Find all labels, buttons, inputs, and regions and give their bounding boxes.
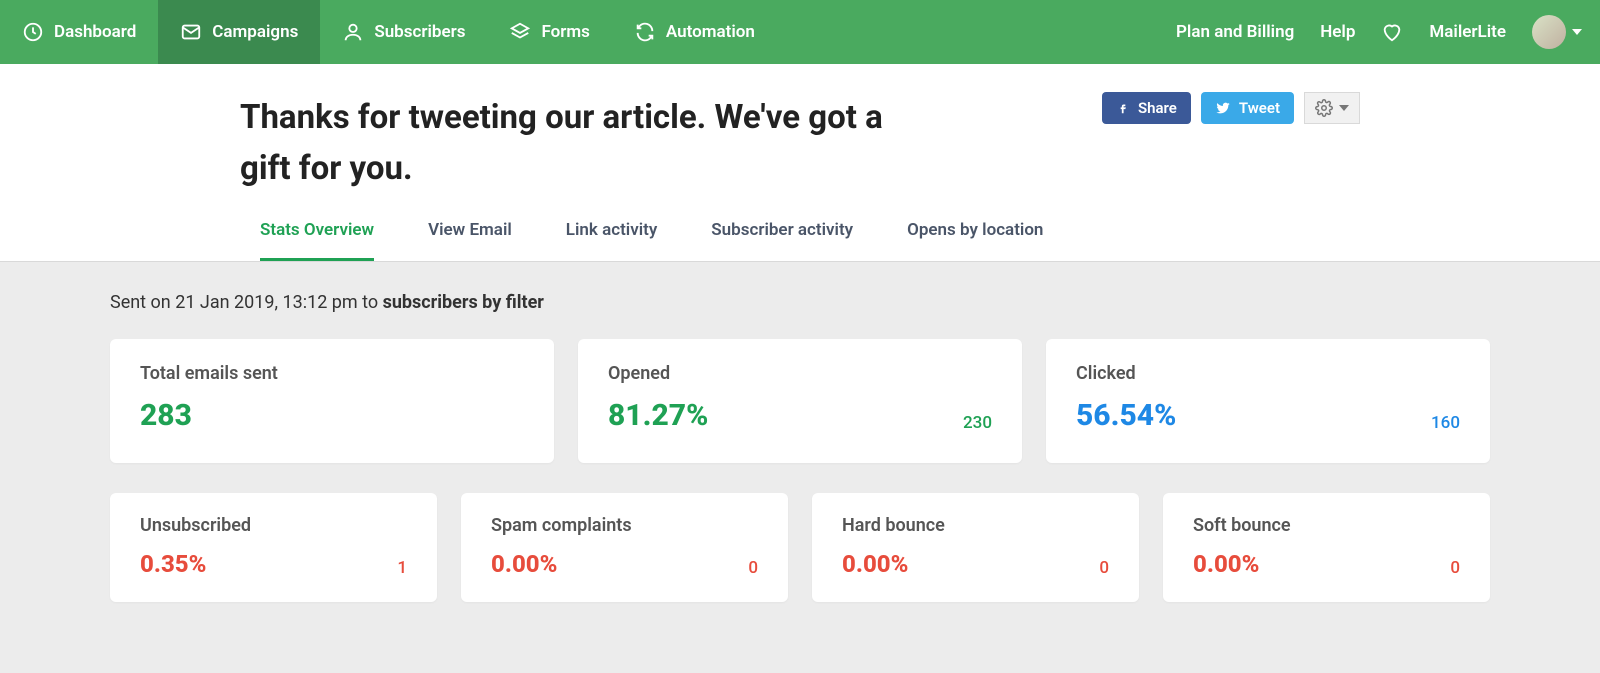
layers-icon (509, 21, 531, 43)
card-count: 230 (963, 413, 992, 433)
card-count: 1 (397, 558, 407, 578)
person-icon (342, 21, 364, 43)
nav-label: Dashboard (54, 22, 136, 42)
card-label: Unsubscribed (140, 515, 407, 536)
card-label: Total emails sent (140, 363, 524, 384)
clock-icon (22, 21, 44, 43)
card-label: Spam complaints (491, 515, 758, 536)
tab-opens-by-location[interactable]: Opens by location (907, 220, 1043, 261)
card-value: 0.00% (842, 550, 908, 578)
card-label: Hard bounce (842, 515, 1109, 536)
share-twitter-button[interactable]: Tweet (1201, 92, 1294, 124)
card-soft-bounce[interactable]: Soft bounce 0.00% 0 (1163, 493, 1490, 602)
nav-label: Automation (666, 22, 755, 42)
page-title: Thanks for tweeting our article. We've g… (240, 92, 920, 194)
nav-label: Forms (541, 22, 589, 42)
mail-icon (180, 21, 202, 43)
card-value: 283 (140, 398, 192, 433)
nav-forms[interactable]: Forms (487, 0, 611, 64)
share-label: Share (1138, 99, 1177, 117)
card-label: Soft bounce (1193, 515, 1460, 536)
card-value: 0.00% (1193, 550, 1259, 578)
card-hard-bounce[interactable]: Hard bounce 0.00% 0 (812, 493, 1139, 602)
card-clicked[interactable]: Clicked 56.54% 160 (1046, 339, 1490, 463)
tab-subscriber-activity[interactable]: Subscriber activity (711, 220, 853, 261)
share-actions: Share Tweet (1102, 92, 1470, 124)
card-count: 160 (1431, 413, 1460, 433)
user-menu[interactable] (1532, 15, 1582, 49)
nav-dashboard[interactable]: Dashboard (0, 0, 158, 64)
card-opened[interactable]: Opened 81.27% 230 (578, 339, 1022, 463)
top-nav: Dashboard Campaigns Subscribers Forms Au… (0, 0, 1600, 64)
card-value: 56.54% (1076, 398, 1176, 433)
primary-stats-row: Total emails sent 283 Opened 81.27% 230 … (110, 339, 1490, 463)
facebook-icon (1116, 101, 1130, 115)
nav-campaigns[interactable]: Campaigns (158, 0, 320, 64)
page-header: Thanks for tweeting our article. We've g… (0, 64, 1600, 262)
avatar (1532, 15, 1566, 49)
secondary-stats-row: Unsubscribed 0.35% 1 Spam complaints 0.0… (110, 493, 1490, 602)
refresh-icon (634, 21, 656, 43)
nav-right: Plan and Billing Help MailerLite (1176, 15, 1600, 49)
card-value: 81.27% (608, 398, 708, 433)
twitter-icon (1215, 100, 1231, 116)
tab-link-activity[interactable]: Link activity (566, 220, 658, 261)
chevron-down-icon (1572, 29, 1582, 35)
heart-icon[interactable] (1381, 21, 1403, 43)
nav-brand[interactable]: MailerLite (1429, 22, 1506, 42)
nav-subscribers[interactable]: Subscribers (320, 0, 487, 64)
card-spam[interactable]: Spam complaints 0.00% 0 (461, 493, 788, 602)
card-count: 0 (1099, 558, 1109, 578)
card-count: 0 (748, 558, 758, 578)
share-facebook-button[interactable]: Share (1102, 92, 1191, 124)
card-label: Clicked (1076, 363, 1460, 384)
nav-label: Campaigns (212, 22, 298, 42)
tab-bar: Stats Overview View Email Link activity … (130, 194, 1470, 261)
settings-dropdown[interactable] (1304, 92, 1360, 124)
gear-icon (1315, 99, 1333, 117)
card-label: Opened (608, 363, 992, 384)
tab-view-email[interactable]: View Email (428, 220, 512, 261)
card-value: 0.00% (491, 550, 557, 578)
sent-prefix: Sent on 21 Jan 2019, 13:12 pm to (110, 292, 383, 313)
card-total-sent[interactable]: Total emails sent 283 (110, 339, 554, 463)
sent-target: subscribers by filter (383, 292, 544, 313)
nav-automation[interactable]: Automation (612, 0, 777, 64)
tweet-label: Tweet (1239, 99, 1280, 117)
nav-help[interactable]: Help (1320, 22, 1355, 42)
card-count: 0 (1450, 558, 1460, 578)
card-value: 0.35% (140, 550, 206, 578)
chevron-down-icon (1339, 105, 1349, 111)
nav-label: Subscribers (374, 22, 465, 42)
nav-plan-billing[interactable]: Plan and Billing (1176, 22, 1294, 42)
card-unsubscribed[interactable]: Unsubscribed 0.35% 1 (110, 493, 437, 602)
sent-info: Sent on 21 Jan 2019, 13:12 pm to subscri… (110, 292, 1490, 313)
content: Sent on 21 Jan 2019, 13:12 pm to subscri… (0, 262, 1600, 672)
tab-stats-overview[interactable]: Stats Overview (260, 220, 374, 261)
